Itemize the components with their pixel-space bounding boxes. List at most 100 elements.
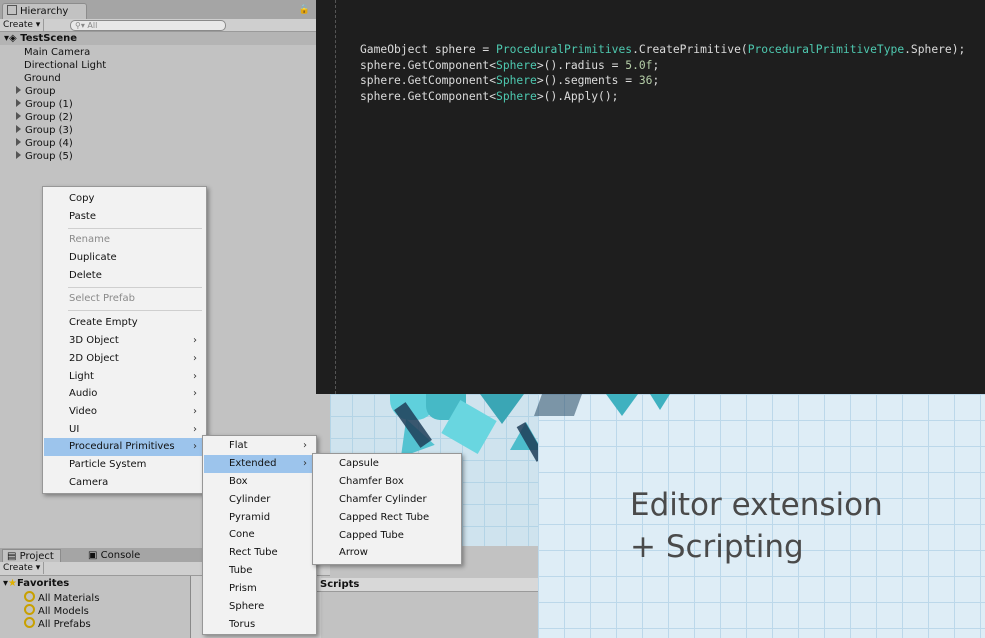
menu-item-procedural-primitives[interactable]: Procedural Primitives › [44,438,205,456]
menu-item-particle-system[interactable]: Particle System [44,456,205,474]
group-label: Group (4) [25,138,73,149]
submenu-item-capped-rect-tube[interactable]: Capped Rect Tube [314,509,460,527]
expand-arrow-icon[interactable] [16,99,21,107]
menu-item-label: Flat [229,440,248,451]
chevron-right-icon: › [303,458,307,469]
hierarchy-item-label: Directional Light [24,60,107,71]
menu-separator [68,287,202,288]
search-filter-icon [24,604,35,615]
menu-item-ui[interactable]: UI › [44,421,205,439]
create-dropdown-button[interactable]: Create ▾ [0,19,45,31]
menu-item-create-empty[interactable]: Create Empty [44,314,205,332]
lock-icon[interactable]: 🔒 [299,5,310,15]
expand-arrow-icon[interactable] [16,151,21,159]
scripts-breadcrumb[interactable]: Scripts [316,578,538,592]
hierarchy-tab-label: Hierarchy [20,6,69,17]
prism-primitive [650,394,670,410]
prism-primitive [606,394,638,416]
code-line: GameObject sphere = ProceduralPrimitives… [360,43,966,56]
code-line: sphere.GetComponent<Sphere>().Apply(); [360,89,619,103]
favorites-item[interactable]: All Prefabs [24,617,91,631]
context-menu: Copy Paste Rename Duplicate Delete Selec… [42,186,207,494]
submenu-item-capped-tube[interactable]: Capped Tube [314,527,460,545]
expand-arrow-icon[interactable] [16,86,21,94]
expand-arrow-icon[interactable] [16,138,21,146]
favorites-item[interactable]: All Materials [24,591,99,605]
submenu-item-prism[interactable]: Prism [204,580,315,598]
create-label: Create [3,563,33,573]
hierarchy-group[interactable]: Group (2) [0,111,316,124]
menu-item-2d-object[interactable]: 2D Object › [44,350,205,368]
code-gutter-line [335,0,336,394]
menu-item-video[interactable]: Video › [44,403,205,421]
submenu-item-cylinder[interactable]: Cylinder [204,491,315,509]
hierarchy-tab[interactable]: Hierarchy [2,3,88,20]
tab-console[interactable]: ▣ Console [84,549,146,562]
code-line: sphere.GetComponent<Sphere>().segments =… [360,74,660,87]
favorites-item-label: All Prefabs [38,619,91,630]
favorites-row[interactable]: ▾★Favorites [3,577,69,590]
hierarchy-list-icon [7,5,17,15]
submenu-item-sphere[interactable]: Sphere [204,598,315,616]
favorites-item[interactable]: All Models [24,604,89,618]
menu-item-label: Extended [229,458,277,469]
hierarchy-item-label: Ground [24,73,61,84]
submenu-item-extended[interactable]: Extended › [204,455,315,473]
menu-item-paste[interactable]: Paste [44,208,205,226]
hierarchy-group[interactable]: Group [0,85,316,98]
hierarchy-search-input[interactable]: ⚲▾ All [70,20,226,31]
menu-separator [68,310,202,311]
expand-arrow-icon[interactable] [16,112,21,120]
submenu-item-flat[interactable]: Flat › [204,437,315,455]
hierarchy-group[interactable]: Group (3) [0,124,316,137]
submenu-item-cone[interactable]: Cone [204,526,315,544]
menu-item-camera[interactable]: Camera [44,474,205,492]
expand-arrow-icon[interactable] [16,125,21,133]
submenu-item-arrow[interactable]: Arrow [314,544,460,562]
search-filter-icon [24,591,35,602]
code-editor[interactable]: GameObject sphere = ProceduralPrimitives… [316,0,985,394]
submenu-item-box[interactable]: Box [204,473,315,491]
hierarchy-item[interactable]: Directional Light [0,59,316,72]
chevron-right-icon: › [193,353,197,364]
menu-item-label: UI [69,424,80,435]
menu-item-duplicate[interactable]: Duplicate [44,249,205,267]
star-icon: ★ [8,578,17,589]
menu-item-label: 2D Object [69,353,119,364]
hierarchy-group[interactable]: Group (1) [0,98,316,111]
menu-item-3d-object[interactable]: 3D Object › [44,332,205,350]
submenu-item-chamfer-box[interactable]: Chamfer Box [314,473,460,491]
hierarchy-group[interactable]: Group (5) [0,150,316,163]
caption-line-1: Editor extension [630,487,883,523]
submenu-item-torus[interactable]: Torus [204,616,315,634]
submenu-item-rect-tube[interactable]: Rect Tube [204,544,315,562]
project-create-button[interactable]: Create ▾ [0,562,45,574]
hierarchy-tabbar: Hierarchy 🔒 [0,0,316,20]
tab-project-label: Project [19,551,54,562]
favorites-item-label: All Models [38,606,89,617]
scene-name: TestScene [20,33,78,44]
hierarchy-group[interactable]: Group (4) [0,137,316,150]
group-label: Group (5) [25,151,73,162]
group-label: Group (2) [25,112,73,123]
menu-item-light[interactable]: Light › [44,368,205,386]
menu-item-label: 3D Object [69,335,119,346]
tab-project[interactable]: ▤ Project [2,549,61,563]
submenu-item-chamfer-cylinder[interactable]: Chamfer Cylinder [314,491,460,509]
submenu-item-capsule[interactable]: Capsule [314,455,460,473]
menu-item-label: Procedural Primitives [69,441,175,452]
group-label: Group [25,86,56,97]
menu-item-audio[interactable]: Audio › [44,385,205,403]
scene-row[interactable]: ▾◈ TestScene [0,32,316,45]
hierarchy-item[interactable]: Ground [0,72,316,85]
chevron-right-icon: › [193,388,197,399]
hierarchy-toolbar: Create ▾ ⚲▾ All [0,19,316,32]
menu-item-delete[interactable]: Delete [44,267,205,285]
submenu-item-tube[interactable]: Tube [204,562,315,580]
favorites-label: Favorites [17,578,70,589]
hierarchy-item[interactable]: Main Camera [0,46,316,59]
menu-item-copy[interactable]: Copy [44,190,205,208]
submenu-item-pyramid[interactable]: Pyramid [204,509,315,527]
caption-line-2: + Scripting [630,529,804,565]
menu-item-label: Audio [69,388,98,399]
